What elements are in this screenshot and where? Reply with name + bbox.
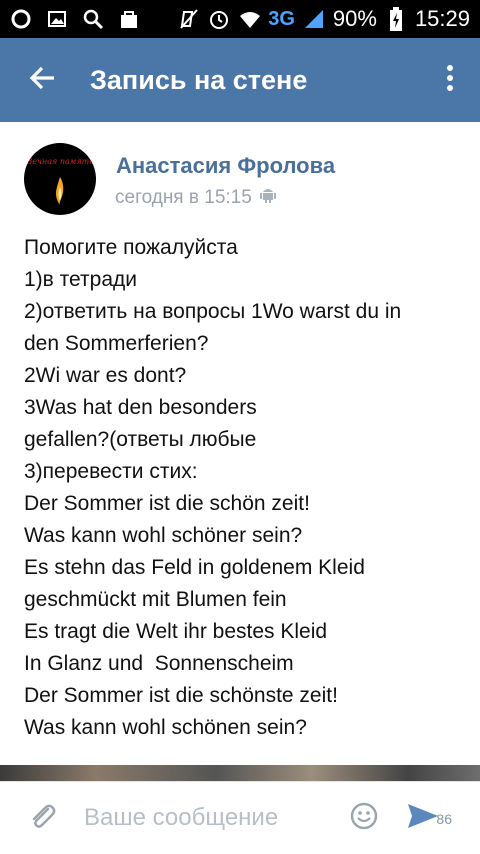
android-icon <box>259 186 276 210</box>
mute-icon <box>178 8 200 30</box>
send-button[interactable]: 86 <box>388 782 458 854</box>
post-line: Es stehn das Feld in goldenem Kleid <box>24 556 365 579</box>
alarm-icon <box>208 8 230 30</box>
bag-icon <box>118 8 140 30</box>
signal-icon <box>303 8 325 30</box>
post-line: Помогите пожалуйста <box>24 236 238 259</box>
message-input[interactable] <box>84 804 334 832</box>
clock: 15:29 <box>414 6 470 31</box>
post-line: 1)в тетради <box>24 268 137 291</box>
wifi-icon <box>238 8 261 30</box>
battery-percent: 90% <box>332 6 377 31</box>
wall-post: Вечная память Анастасия Фролова сегодня … <box>0 122 480 770</box>
back-button[interactable] <box>0 38 84 122</box>
post-line: den Sommerferien? <box>24 332 209 355</box>
post-time-text: сегодня в 15:15 <box>115 187 252 208</box>
post-line: Was kann wohl schöner sein? <box>24 524 303 547</box>
post-line: In Glanz und Sonnenscheim <box>24 652 294 675</box>
post-line: Der Sommer ist die schönste zeit! <box>24 684 338 707</box>
candle-icon <box>56 177 64 205</box>
status-right: 3G 90% 15:29 <box>178 6 470 32</box>
avatar[interactable]: Вечная память <box>24 143 96 215</box>
post-timestamp: сегодня в 15:15 <box>115 186 276 210</box>
post-line: gefallen?(ответы любые <box>24 428 257 451</box>
post-line: 3)перевести стих: <box>24 460 198 483</box>
send-badge: 86 <box>436 810 452 827</box>
attached-photo-preview[interactable] <box>0 765 480 781</box>
post-line: 2)ответить на вопросы 1Wo warst du in <box>24 300 402 323</box>
arrow-left-icon <box>28 64 56 97</box>
post-line: 3Was hat den besonders <box>24 396 257 419</box>
page-title: Запись на стене <box>90 64 308 95</box>
status-bar: 3G 90% 15:29 <box>0 0 480 38</box>
post-line: Was kann wohl schönen sein? <box>24 716 307 739</box>
circle-icon <box>10 8 32 30</box>
post-line: geschmückt mit Blumen fein <box>24 588 287 611</box>
app-bar: Запись на стене <box>0 38 480 122</box>
network-type: 3G <box>268 7 295 30</box>
more-options-button[interactable] <box>420 38 480 122</box>
status-left-icons <box>10 8 140 30</box>
paperclip-icon <box>27 801 57 836</box>
search-icon <box>82 8 104 30</box>
post-line: Es tragt die Welt ihr bestes Kleid <box>24 620 328 643</box>
more-vert-icon <box>446 64 454 97</box>
post-text: Помогите пожалуйста 1)в тетради 2)ответи… <box>24 232 464 744</box>
message-composer: 86 <box>0 781 480 854</box>
emoji-button[interactable] <box>340 782 388 854</box>
battery-icon <box>385 7 407 31</box>
smiley-icon <box>349 801 379 836</box>
author-name[interactable]: Анастасия Фролова <box>116 153 335 179</box>
post-line: 2Wi war es dont? <box>24 364 187 387</box>
send-icon <box>406 801 440 836</box>
post-line: Der Sommer ist die schön zeit! <box>24 492 310 515</box>
image-icon <box>46 8 68 30</box>
attach-button[interactable] <box>0 782 84 854</box>
